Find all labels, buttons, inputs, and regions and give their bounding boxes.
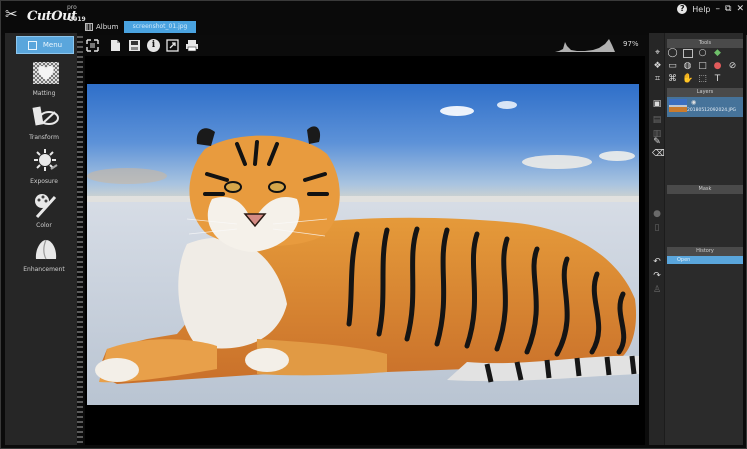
layer-name: 20180512092024.JPG [687, 108, 737, 113]
right-rail [649, 33, 665, 445]
tool-exposure[interactable]: Exposure [11, 147, 77, 191]
ellipse-select-icon[interactable]: ○ [697, 48, 708, 59]
fullscreen-icon[interactable] [85, 38, 100, 53]
perspective-icon[interactable]: ⌘ [667, 74, 678, 85]
tool-color-label: Color [36, 222, 52, 229]
square-icon[interactable]: □ [697, 61, 708, 72]
zoom-level: 97% [623, 40, 639, 48]
tool-exposure-label: Exposure [30, 178, 58, 185]
crop-icon[interactable]: ⌗ [652, 74, 663, 85]
window-controls: ? Help – ⧉ ✕ [677, 3, 744, 15]
restore-button[interactable]: ⧉ [725, 4, 731, 14]
undo-icon[interactable]: ↶ [652, 257, 662, 267]
tool-transform-label: Transform [29, 134, 59, 141]
histogram-graph [555, 39, 615, 52]
tool-matting-label: Matting [32, 90, 56, 97]
mask-delete-icon[interactable]: ▯ [652, 223, 662, 233]
color-icon [35, 194, 57, 219]
open-icon[interactable] [108, 38, 123, 53]
no-entry-icon[interactable]: ⊘ [727, 61, 738, 72]
menu-button[interactable]: Menu [16, 36, 74, 54]
redo-icon[interactable]: ↷ [652, 271, 662, 281]
tool-enhancement-label: Enhancement [23, 266, 65, 273]
text-icon[interactable]: T [712, 74, 723, 85]
rectangle-icon[interactable]: ▭ [667, 61, 678, 72]
help-label[interactable]: Help [692, 5, 710, 14]
eye-icon[interactable]: ◉ [691, 99, 696, 106]
tab-album[interactable]: Album [85, 21, 118, 33]
red-eye-icon[interactable]: ● [712, 61, 723, 72]
marquee-icon[interactable]: ⬚ [697, 74, 708, 85]
app-logo: ✂ CutOut pro 2019 [5, 3, 86, 29]
layer-row[interactable]: ◉ 20180512092024.JPG [667, 97, 743, 117]
left-menu-panel: Menu Matting Transform Exposure Color En… [5, 33, 83, 445]
menu-icon [27, 40, 37, 50]
export-icon[interactable] [165, 38, 180, 53]
right-panel: Tools ⌖ ◯ ○ ◆ ❖ ▭ ◍ □ ● ⊘ ⌗ ⌘ ✋ ⬚ T Laye… [649, 33, 743, 445]
pointer-icon[interactable]: ⌖ [652, 48, 663, 59]
info-icon[interactable]: i [146, 38, 161, 53]
history-panel-header: History [667, 247, 743, 256]
title-bar: ✂ CutOut pro 2019 ? Help – ⧉ ✕ Album scr… [1, 1, 747, 35]
blank-slot-icon [727, 48, 738, 59]
album-icon [85, 23, 93, 31]
history-clear-icon[interactable]: ♙ [652, 285, 662, 295]
minimize-button[interactable]: – [716, 4, 721, 14]
print-icon[interactable] [184, 38, 199, 53]
hand-icon[interactable]: ✋ [682, 74, 693, 85]
tab-album-label: Album [96, 23, 119, 31]
save-icon[interactable] [127, 38, 142, 53]
logo-year: 2019 [69, 16, 86, 23]
new-layer-icon[interactable]: ▣ [652, 99, 662, 109]
rect-select-icon[interactable] [682, 48, 693, 59]
scissors-icon: ✂ [5, 5, 18, 23]
enhancement-icon [35, 239, 57, 260]
tiger-photo[interactable] [87, 84, 639, 405]
duplicate-layer-icon[interactable]: ▤ [652, 115, 662, 125]
tools-panel-header: Tools [667, 39, 743, 48]
brush-icon[interactable]: ✎ [652, 137, 662, 147]
mask-add-icon[interactable]: ● [652, 209, 662, 219]
trash-icon[interactable]: ⌫ [652, 149, 665, 159]
blank-slot-icon [727, 74, 738, 85]
color-wheel-icon[interactable]: ◆ [712, 48, 723, 59]
transform-icon [32, 106, 59, 126]
stamp-icon[interactable]: ❖ [652, 61, 663, 72]
main-toolbar: i [85, 36, 199, 54]
tool-enhancement[interactable]: Enhancement [11, 235, 77, 279]
history-item[interactable]: Open [667, 256, 743, 264]
mask-panel-header: Mask [667, 185, 743, 194]
tools-grid: ⌖ ◯ ○ ◆ ❖ ▭ ◍ □ ● ⊘ ⌗ ⌘ ✋ ⬚ T [652, 48, 742, 86]
tool-color[interactable]: Color [11, 191, 77, 235]
tool-matting[interactable]: Matting [11, 59, 77, 103]
tab-current-file[interactable]: screenshot_01.jpg [124, 21, 196, 33]
matting-icon [33, 62, 59, 84]
layers-panel-header: Layers [667, 88, 743, 97]
help-icon[interactable]: ? [677, 4, 688, 14]
close-button[interactable]: ✕ [736, 4, 744, 14]
app-window: ✂ CutOut pro 2019 ? Help – ⧉ ✕ Album scr… [0, 0, 747, 449]
tool-transform[interactable]: Transform [11, 103, 77, 147]
lasso-icon[interactable]: ◯ [667, 48, 678, 59]
exposure-icon [34, 149, 58, 171]
layer-thumbnail [669, 99, 687, 112]
eraser-icon[interactable]: ◍ [682, 61, 693, 72]
menu-button-label: Menu [42, 41, 63, 49]
logo-edition: pro [67, 4, 77, 11]
panel-scrollbar[interactable] [77, 33, 83, 445]
